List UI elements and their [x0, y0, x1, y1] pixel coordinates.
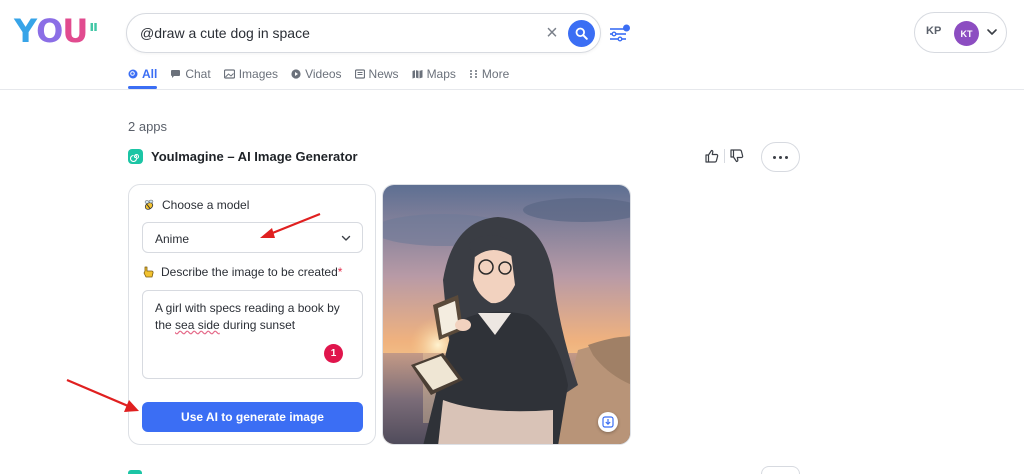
generate-image-button[interactable]: Use AI to generate image [142, 402, 363, 432]
you-logo[interactable]: Y O U ıı [14, 12, 98, 50]
next-app-icon [128, 470, 142, 474]
feedback-buttons [704, 148, 745, 164]
tab-label: Maps [426, 67, 456, 81]
thumbs-up-icon[interactable] [704, 148, 720, 164]
describe-label-row: Describe the image to be created* [142, 265, 342, 279]
tab-more[interactable]: More [469, 66, 509, 82]
image-icon [223, 69, 235, 79]
grammar-badge[interactable]: 1 [324, 344, 343, 363]
arrow-to-generate-button [66, 378, 129, 408]
download-icon [602, 416, 614, 428]
spellcheck-underlined-text: sea side [175, 318, 220, 332]
tab-videos[interactable]: Videos [291, 66, 342, 82]
tab-label: All [142, 67, 158, 81]
app-title: YouImagine – AI Image Generator [151, 149, 358, 164]
dot [773, 155, 776, 159]
download-button[interactable] [598, 412, 618, 432]
tab-label: More [481, 67, 510, 81]
map-icon [412, 70, 423, 79]
tab-news[interactable]: News [354, 66, 399, 82]
generated-image[interactable] [382, 184, 631, 445]
tab-images[interactable]: Images [223, 66, 279, 82]
search-input[interactable] [140, 22, 535, 44]
bee-icon [144, 199, 154, 210]
more-options-button[interactable] [761, 142, 800, 172]
youimagine-app-icon [128, 149, 143, 164]
thumbs-down-icon[interactable] [729, 148, 745, 164]
model-select-value: Anime [155, 232, 190, 246]
describe-label: Describe the image to be created* [161, 265, 342, 279]
chevron-down-icon [341, 235, 351, 241]
search-tabs: All Chat Images Videos News Maps More [128, 66, 522, 90]
top-header: Y O U ıı × KP KT All [0, 0, 1024, 90]
next-more-button[interactable] [761, 466, 800, 474]
dot [779, 155, 782, 159]
apps-count: 2 apps [128, 119, 168, 134]
tab-label: News [368, 67, 399, 81]
app-header: YouImagine – AI Image Generator [128, 149, 358, 164]
news-icon [354, 69, 365, 79]
search-bar: × [126, 13, 601, 53]
logo-letter-u: U [62, 12, 88, 50]
chat-icon [171, 70, 181, 78]
avatar: KT [954, 21, 979, 46]
grid-dots-icon [469, 70, 477, 78]
divider [724, 149, 725, 163]
search-icon [575, 27, 588, 40]
tab-chat[interactable]: Chat [170, 66, 211, 82]
model-select[interactable]: Anime [142, 222, 363, 253]
logo-mark: ıı [89, 19, 98, 35]
model-label: Choose a model [162, 198, 250, 212]
tab-label: Videos [305, 67, 342, 81]
account-menu[interactable]: KP KT [914, 12, 1007, 53]
pointing-hand-icon [143, 266, 154, 278]
chevron-down-icon [987, 29, 997, 35]
play-icon [291, 69, 301, 79]
describe-label-text: Describe the image to be created [161, 265, 338, 279]
tab-label: Chat [185, 67, 211, 81]
search-icon [128, 69, 138, 79]
image-generator-form: Choose a model Anime Describe the image … [128, 184, 376, 445]
logo-letter-o: O [36, 12, 63, 50]
prompt-text-part: during sunset [219, 318, 296, 332]
required-mark: * [337, 265, 343, 279]
logo-letter-y: Y [14, 12, 37, 50]
clear-search-icon[interactable]: × [542, 23, 562, 43]
tab-all[interactable]: All [128, 66, 158, 89]
dot [785, 155, 788, 159]
tab-label: Images [238, 67, 279, 81]
search-settings-icon[interactable] [609, 23, 631, 43]
anime-girl-reading-image [383, 185, 630, 444]
search-button[interactable] [568, 20, 595, 47]
tab-maps[interactable]: Maps [412, 66, 456, 82]
prompt-textarea[interactable]: A girl with specs reading a book by the … [142, 290, 363, 379]
workspace-initials: KP [926, 25, 942, 37]
model-label-row: Choose a model [142, 198, 249, 212]
